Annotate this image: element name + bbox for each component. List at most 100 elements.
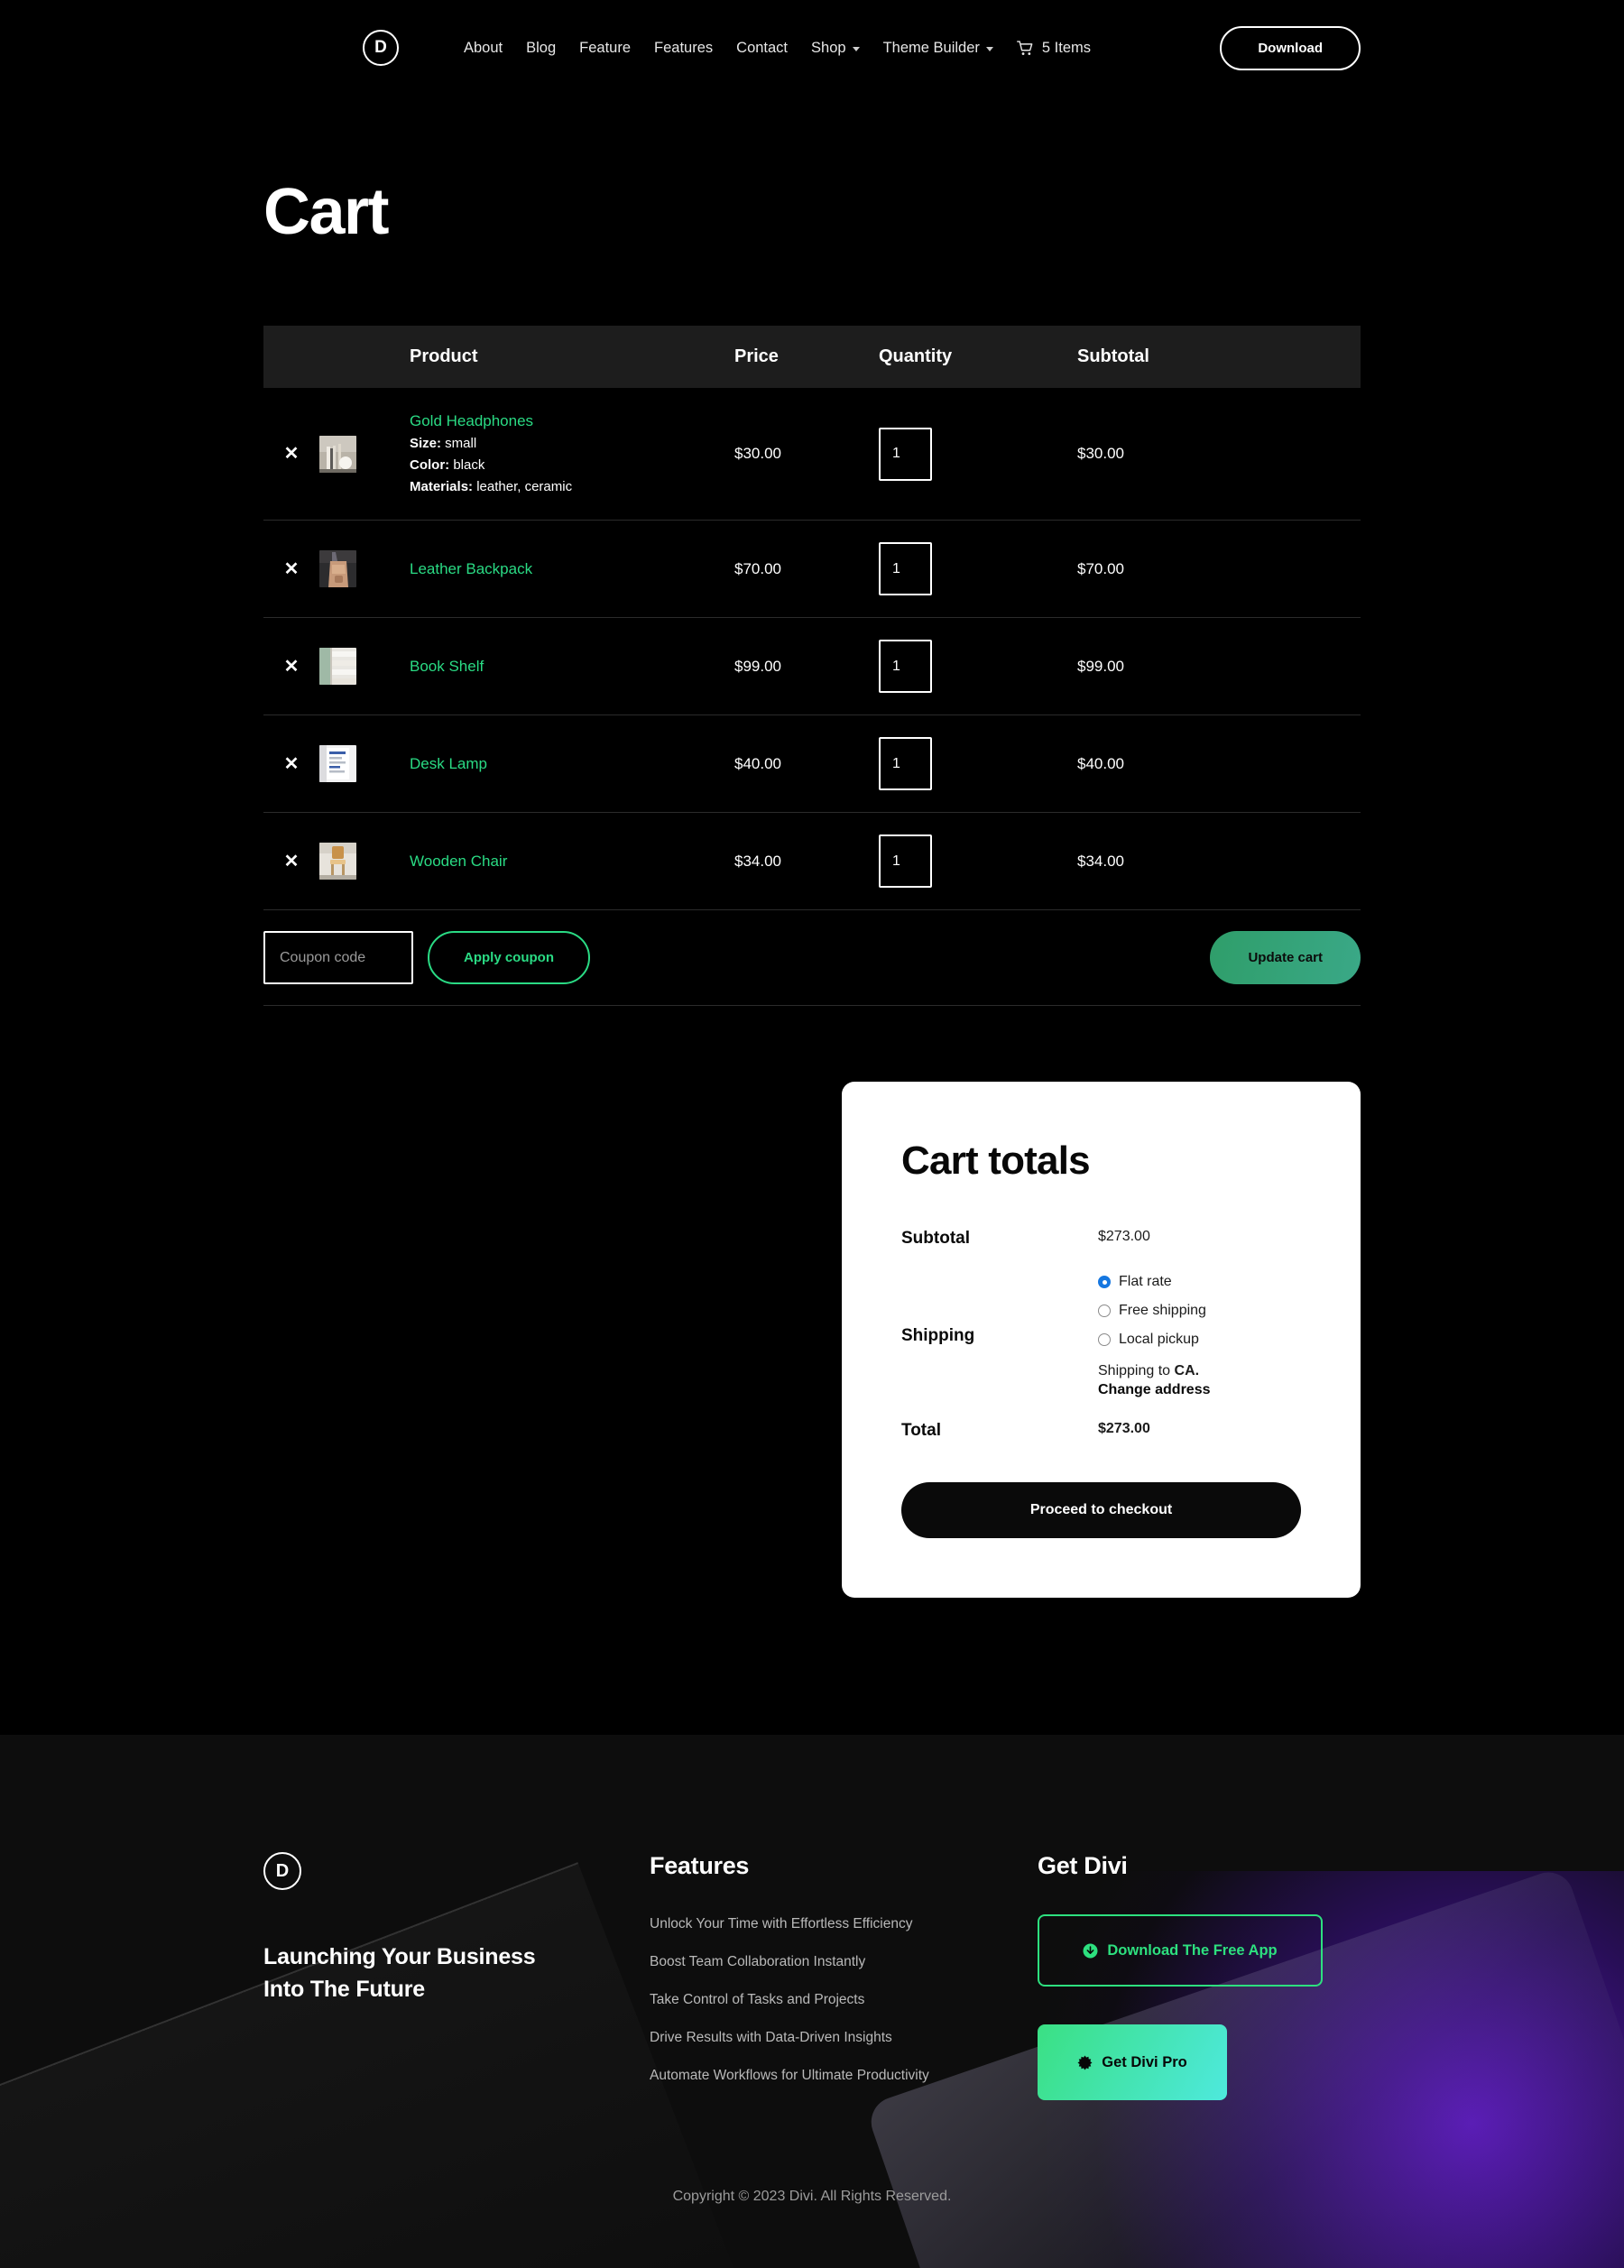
cart-totals-grid: Subtotal $273.00 Shipping Flat rate Free… (901, 1229, 1301, 1441)
cell-product: Leather Backpack (410, 520, 734, 619)
bookshelf-thumb-icon[interactable] (319, 648, 356, 686)
cell-thumbnail (319, 520, 410, 619)
nav-item-about[interactable]: About (452, 40, 514, 57)
product-link[interactable]: Desk Lamp (410, 752, 734, 776)
radio-free-shipping[interactable] (1098, 1305, 1111, 1318)
table-row: ✕ (263, 520, 1361, 619)
shipping-option-label: Free shipping (1119, 1303, 1206, 1319)
shipping-to-prefix: Shipping to (1098, 1363, 1175, 1379)
woodenchair-thumb-icon[interactable] (319, 843, 356, 880)
remove-item-button[interactable]: ✕ (263, 853, 319, 871)
cell-remove: ✕ (263, 388, 319, 521)
remove-item-button[interactable]: ✕ (263, 445, 319, 463)
cell-remove: ✕ (263, 617, 319, 716)
page-title: Cart (263, 176, 390, 248)
main-content: Cart Product Price Quantity Subtotal ✕ G… (263, 176, 1361, 1007)
product-link[interactable]: Wooden Chair (410, 850, 734, 873)
nav-label: Theme Builder (882, 39, 980, 56)
quantity-input[interactable] (879, 834, 932, 889)
download-free-app-button[interactable]: Download The Free App (1038, 1914, 1323, 1987)
footer-divi-logo-icon[interactable]: D (263, 1852, 301, 1891)
shipping-row: Shipping Flat rate Free shipping Local p… (901, 1274, 1301, 1421)
th-thumbnail (319, 326, 410, 388)
divi-logo-icon[interactable]: D (363, 30, 399, 66)
quantity-input[interactable] (879, 542, 932, 596)
get-divi-pro-button[interactable]: Get Divi Pro (1038, 2024, 1227, 2101)
site-header: D About Blog Feature Features Contact Sh… (0, 0, 1624, 96)
cell-product: Gold Headphones Size: small Color: black… (410, 388, 734, 521)
table-row: ✕ (263, 715, 1361, 814)
footer-link[interactable]: Boost Team Collaboration Instantly (650, 1954, 1038, 1970)
shipping-label: Shipping (901, 1326, 975, 1346)
radio-flat-rate[interactable] (1098, 1276, 1111, 1289)
product-link[interactable]: Leather Backpack (410, 558, 734, 581)
th-price: Price (734, 346, 779, 366)
shipping-destination: Shipping to CA. (1098, 1360, 1210, 1382)
starburst-badge-icon (1077, 2055, 1093, 2070)
nav-item-theme-builder[interactable]: Theme Builder (872, 40, 1005, 57)
shipping-option-flat-rate[interactable]: Flat rate (1098, 1274, 1210, 1290)
divi-pro-label: Get Divi Pro (1102, 2053, 1187, 2070)
shopping-cart-icon (1016, 40, 1033, 55)
cell-subtotal: $40.00 (1077, 715, 1361, 814)
nav-item-feature[interactable]: Feature (567, 40, 642, 57)
change-address-link[interactable]: Change address (1098, 1382, 1210, 1398)
quantity-input[interactable] (879, 640, 932, 694)
cart-totals-title: Cart totals (901, 1139, 1091, 1184)
shipping-option-label: Local pickup (1119, 1332, 1199, 1348)
footer-link[interactable]: Drive Results with Data-Driven Insights (650, 2030, 1038, 2046)
apply-coupon-button[interactable]: Apply coupon (428, 931, 590, 985)
product-link[interactable]: Gold Headphones (410, 410, 734, 433)
shipping-option-label: Flat rate (1119, 1274, 1172, 1290)
remove-item-button[interactable]: ✕ (263, 755, 319, 773)
product-link[interactable]: Book Shelf (410, 655, 734, 678)
coupon-code-input[interactable] (263, 931, 413, 985)
footer-logo-letter: D (275, 1860, 290, 1881)
footer-getdivi-column: Get Divi Download The Free App Get Divi … (1038, 1852, 1361, 2106)
radio-local-pickup[interactable] (1098, 1333, 1111, 1347)
desklamp-thumb-icon[interactable] (319, 745, 356, 783)
shipping-option-local-pickup[interactable]: Local pickup (1098, 1332, 1210, 1348)
remove-item-button[interactable]: ✕ (263, 658, 319, 676)
backpack-thumb-icon[interactable] (319, 550, 356, 588)
remove-item-button[interactable]: ✕ (263, 560, 319, 578)
th-remove (263, 326, 319, 388)
footer-link[interactable]: Take Control of Tasks and Projects (650, 1992, 1038, 2008)
total-value: $273.00 (1098, 1421, 1150, 1437)
cell-quantity (879, 388, 1077, 521)
table-row: ✕ (263, 812, 1361, 911)
proceed-to-checkout-button[interactable]: Proceed to checkout (901, 1482, 1301, 1539)
cell-product: Book Shelf (410, 617, 734, 716)
cart-table: Product Price Quantity Subtotal ✕ Gold H… (263, 326, 1361, 1007)
nav-item-features[interactable]: Features (642, 40, 724, 57)
cell-price: $40.00 (734, 715, 879, 814)
cart-totals-zone: Cart totals Subtotal $273.00 Shipping Fl… (263, 1082, 1361, 1599)
quantity-input[interactable] (879, 737, 932, 791)
cell-price: $99.00 (734, 617, 879, 716)
cell-quantity (879, 617, 1077, 716)
th-product: Product (410, 346, 478, 366)
variation-key: Materials: (410, 479, 474, 495)
cart-items-label: 5 Items (1041, 39, 1091, 56)
headphones-thumb-icon[interactable] (319, 435, 356, 473)
nav-item-contact[interactable]: Contact (724, 40, 799, 57)
cell-quantity (879, 520, 1077, 619)
th-quantity: Quantity (879, 346, 953, 366)
cart-table-head: Product Price Quantity Subtotal (263, 326, 1361, 388)
table-row: ✕ (263, 617, 1361, 716)
nav-item-blog[interactable]: Blog (514, 40, 567, 57)
update-cart-button[interactable]: Update cart (1210, 931, 1361, 985)
free-app-label: Download The Free App (1107, 1941, 1278, 1959)
page-root: D About Blog Feature Features Contact Sh… (0, 0, 1624, 2268)
footer-features-column: Features Unlock Your Time with Effortles… (650, 1852, 1038, 2106)
cell-thumbnail (319, 617, 410, 716)
quantity-input[interactable] (879, 427, 932, 481)
footer-link[interactable]: Unlock Your Time with Effortless Efficie… (650, 1916, 1038, 1932)
footer-link[interactable]: Automate Workflows for Ultimate Producti… (650, 2068, 1038, 2084)
th-subtotal: Subtotal (1077, 346, 1149, 366)
cell-subtotal: $34.00 (1077, 812, 1361, 911)
shipping-option-free-shipping[interactable]: Free shipping (1098, 1303, 1210, 1319)
nav-item-shop[interactable]: Shop (799, 40, 872, 57)
header-download-button[interactable]: Download (1220, 25, 1361, 70)
cart-items-link[interactable]: 5 Items (1005, 40, 1091, 57)
